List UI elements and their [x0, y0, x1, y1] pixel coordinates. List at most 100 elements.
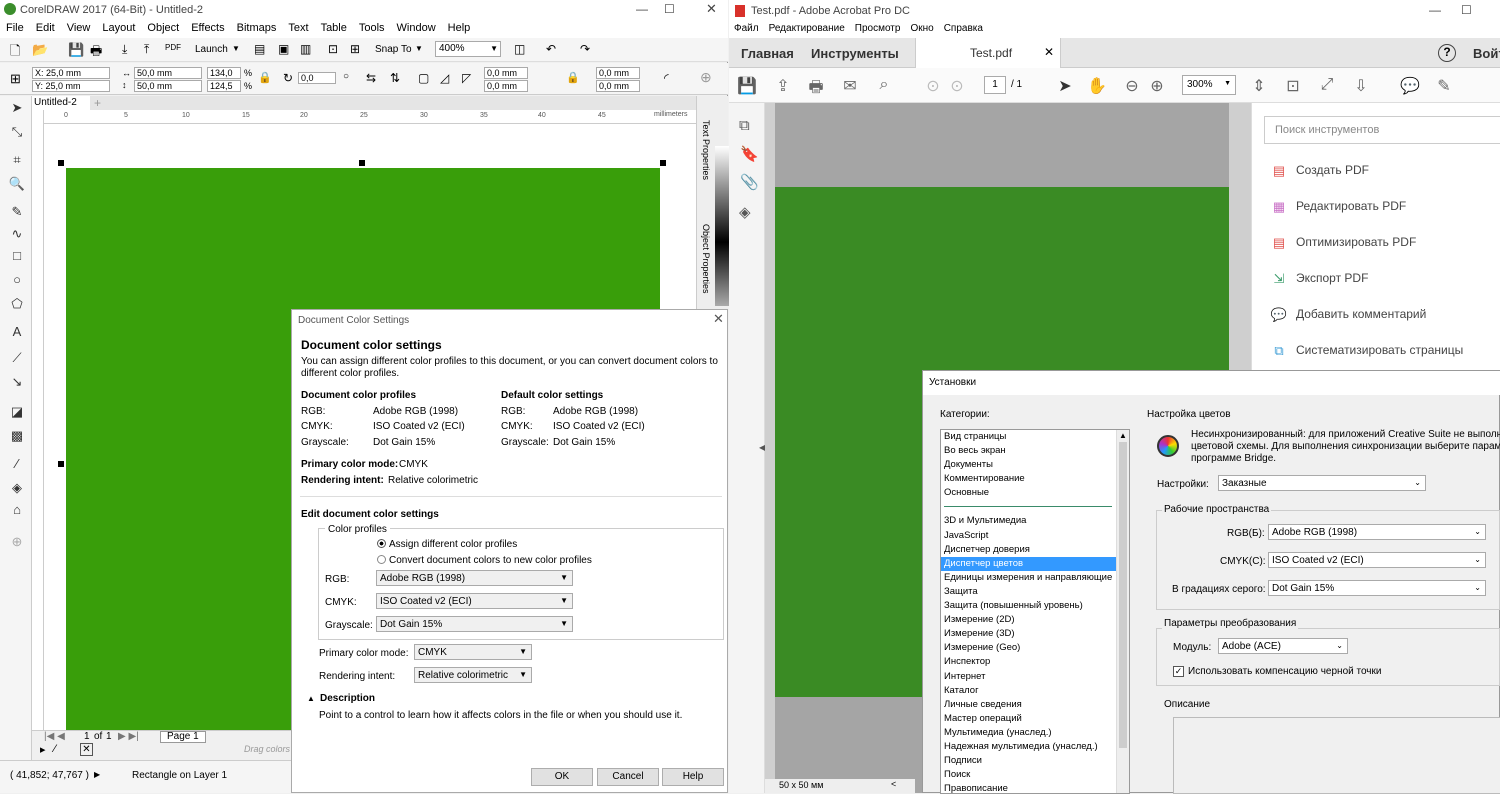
tab-home[interactable]: Главная	[741, 46, 794, 61]
list-item[interactable]: Измерение (3D)	[941, 627, 1129, 641]
help-button[interactable]: Help	[662, 768, 724, 786]
rulers-icon[interactable]: ▥	[300, 42, 311, 56]
undo-icon[interactable]: ↶	[546, 42, 556, 56]
minimize-icon[interactable]: —	[1429, 3, 1441, 17]
list-item[interactable]: Во весь экран	[941, 444, 1129, 458]
menu-table[interactable]: Table	[315, 20, 353, 36]
grayscale-profile-select[interactable]: Dot Gain 15% ▼	[376, 616, 573, 632]
redo-icon[interactable]: ↷	[580, 42, 590, 56]
y-position-field[interactable]: Y: 25,0 mm	[32, 80, 110, 92]
tool-search-input[interactable]: Поиск инструментов	[1264, 116, 1500, 144]
palette-arrow-icon[interactable]: ▸	[40, 743, 46, 756]
round-corner-icon[interactable]: ▢	[418, 71, 429, 85]
edit-pdf-tool[interactable]: ▦ Редактировать PDF	[1270, 199, 1406, 215]
freehand-tool-icon[interactable]: ✎	[8, 204, 26, 222]
email-icon[interactable]: ✉	[840, 76, 860, 96]
polygon-tool-icon[interactable]: ⬠	[8, 296, 26, 314]
relative-scaling-icon[interactable]: ◜	[664, 71, 669, 85]
export-icon[interactable]: ⤒	[144, 42, 149, 57]
search-icon[interactable]: ⌕	[874, 76, 894, 94]
transparency-icon[interactable]: ▩	[8, 428, 26, 446]
lock-corners-icon[interactable]: 🔒	[566, 71, 580, 84]
zoom-tool-icon[interactable]: 🔍	[8, 176, 26, 194]
list-item[interactable]: Измерение (2D)	[941, 613, 1129, 627]
hand-tool-icon[interactable]: ✋	[1087, 76, 1107, 96]
import-icon[interactable]: ⤓	[122, 42, 127, 57]
full-screen-icon[interactable]: ▣	[278, 42, 289, 56]
list-item[interactable]: Каталог	[941, 684, 1129, 698]
corner-radius-1[interactable]: 0,0 mm	[484, 67, 528, 79]
menu-text[interactable]: Text	[282, 20, 314, 36]
parallel-dimension-icon[interactable]: ⟋	[8, 350, 26, 368]
ok-button[interactable]: OK	[531, 768, 593, 786]
export-pdf-tool[interactable]: ⇲ Экспорт PDF	[1270, 271, 1369, 287]
list-item[interactable]: Комментирование	[941, 472, 1129, 486]
grid-icon[interactable]: ⊞	[350, 42, 360, 56]
list-item[interactable]: Мультимедиа (унаслед.)	[941, 726, 1129, 740]
page-down-icon[interactable]: ⊙	[947, 76, 967, 96]
tab-document[interactable]: Test.pdf ✕	[915, 38, 1061, 68]
menu-window[interactable]: Окно	[905, 22, 938, 35]
document-tab[interactable]: Untitled-2	[32, 96, 90, 110]
list-item[interactable]: Мастер операций	[941, 712, 1129, 726]
rectangle-tool-icon[interactable]: □	[8, 248, 26, 266]
sign-in-link[interactable]: Войт	[1473, 46, 1500, 61]
chevron-down-icon[interactable]: ▼	[415, 44, 423, 53]
menu-file[interactable]: File	[0, 20, 30, 36]
no-color-icon[interactable]: ✕	[80, 743, 93, 756]
pick-tool-icon[interactable]: ➤	[8, 100, 26, 118]
settings-select[interactable]: Заказные ⌄	[1218, 475, 1426, 491]
list-item[interactable]: Диспетчер доверия	[941, 543, 1129, 557]
list-scrollbar[interactable]: ▲	[1116, 430, 1129, 793]
mirror-vertical-icon[interactable]: ⇅	[390, 71, 400, 85]
list-item[interactable]: Единицы измерения и направляющие	[941, 571, 1129, 585]
connector-tool-icon[interactable]: ↘	[8, 374, 26, 392]
chevron-down-icon[interactable]: ▼	[232, 44, 240, 53]
menu-view[interactable]: Просмотр	[850, 22, 906, 35]
smart-fill-icon[interactable]: ⌂	[8, 502, 26, 520]
list-item[interactable]: Правописание	[941, 782, 1129, 793]
cancel-button[interactable]: Cancel	[597, 768, 659, 786]
help-icon[interactable]: ?	[1438, 44, 1456, 62]
height-field[interactable]: 50,0 mm	[134, 80, 202, 92]
text-properties-tab[interactable]: Text Properties	[699, 120, 711, 220]
snap-icon[interactable]: ⊡	[328, 42, 338, 56]
print-icon[interactable]: 🖶	[806, 76, 826, 103]
menu-window[interactable]: Window	[391, 20, 442, 36]
list-item[interactable]: Интернет	[941, 670, 1129, 684]
selection-handle[interactable]	[58, 160, 64, 166]
collapse-icon[interactable]: ▲	[307, 694, 315, 703]
launch-button[interactable]: Launch	[195, 44, 228, 55]
list-item[interactable]: Инспектор	[941, 655, 1129, 669]
comment-icon[interactable]: 💬	[1400, 76, 1420, 96]
tab-tools[interactable]: Инструменты	[811, 46, 899, 61]
add-tab-icon[interactable]: +	[94, 96, 101, 110]
menu-bitmaps[interactable]: Bitmaps	[231, 20, 283, 36]
minimize-icon[interactable]: —	[636, 2, 648, 16]
highlight-pen-icon[interactable]: ✎	[1434, 76, 1454, 96]
maximize-icon[interactable]: ☐	[1461, 3, 1472, 17]
menu-file[interactable]: Файл	[729, 22, 764, 35]
add-icon[interactable]: ⊕	[700, 69, 712, 86]
interactive-fill-icon[interactable]: ◈	[8, 480, 26, 498]
scale-y-field[interactable]: 124,5	[207, 80, 241, 92]
page-tab[interactable]: Page 1	[160, 731, 206, 743]
comment-tool[interactable]: 💬 Добавить комментарий	[1270, 307, 1426, 323]
scroll-left-icon[interactable]: <	[891, 779, 896, 789]
scale-x-field[interactable]: 134,0	[207, 67, 241, 79]
grayscale-workspace-select[interactable]: Dot Gain 15% ⌄	[1268, 580, 1486, 596]
rendering-intent-select[interactable]: Relative colorimetric ▼	[414, 667, 532, 683]
welcome-screen-icon[interactable]: ▤	[254, 42, 265, 56]
layers-icon[interactable]: ◈	[739, 203, 751, 221]
convert-radio[interactable]	[377, 555, 386, 564]
reference-point-icon[interactable]: ⊞	[10, 71, 21, 87]
list-item[interactable]: Основные	[941, 486, 1129, 500]
close-icon[interactable]: ✕	[706, 1, 717, 17]
scroll-mode-icon[interactable]: ⇩	[1351, 76, 1371, 96]
drop-shadow-icon[interactable]: ◪	[8, 404, 26, 422]
bpc-label[interactable]: Использовать компенсацию черной точки	[1188, 666, 1381, 677]
eyedropper-icon[interactable]: ⁄	[54, 743, 56, 755]
module-select[interactable]: Adobe (ACE) ⌄	[1218, 638, 1348, 654]
menu-layout[interactable]: Layout	[96, 20, 141, 36]
menu-help[interactable]: Help	[442, 20, 477, 36]
